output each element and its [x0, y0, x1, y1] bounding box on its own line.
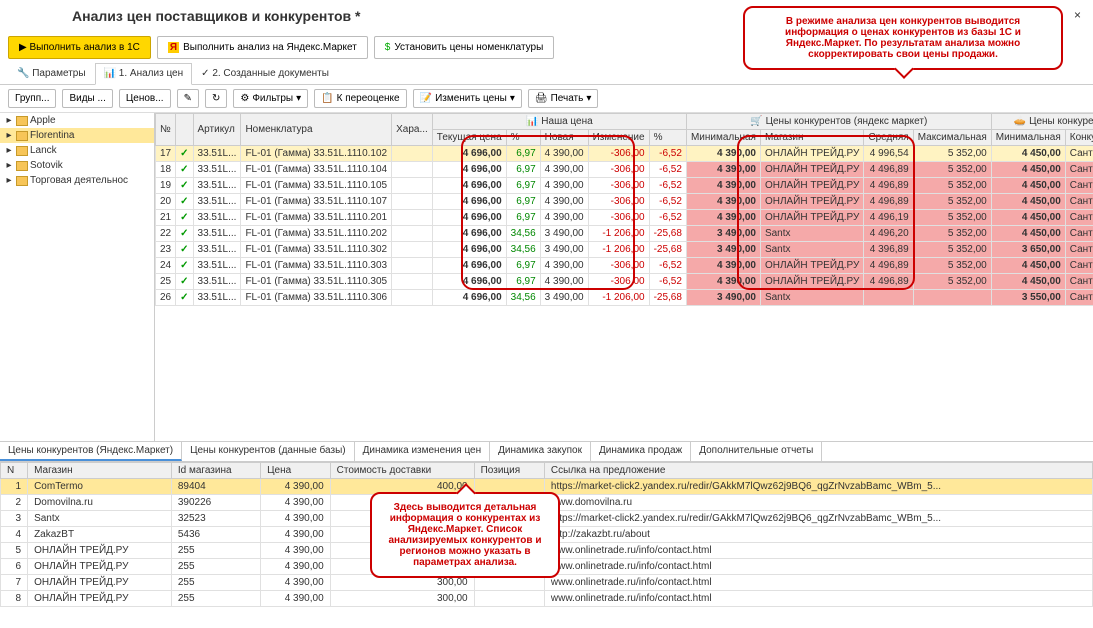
reprice-button[interactable]: 📋 К переоценке [314, 89, 406, 108]
callout-bottom: Здесь выводится детальная информация о к… [370, 492, 560, 578]
table-row[interactable]: 18✓33.51L...FL-01 (Гамма) 33.51L.1110.10… [156, 162, 1093, 178]
folder-icon [16, 131, 28, 141]
dcol-shop[interactable]: Магазин [28, 463, 172, 479]
check-icon[interactable]: ✓ [180, 244, 188, 255]
col-check[interactable] [176, 114, 193, 146]
col-n[interactable]: № [156, 114, 176, 146]
run-ym-button[interactable]: Я Выполнить анализ на Яндекс.Маркет [157, 36, 368, 59]
col-art[interactable]: Артикул [193, 114, 241, 146]
col-min2[interactable]: Минимальная [991, 130, 1065, 146]
print-button[interactable]: 🖨 Печать ▾ [528, 89, 599, 108]
sidebar-item[interactable]: ▸ Sotovik [0, 158, 154, 173]
check-icon[interactable]: ✓ [180, 164, 188, 175]
prices-dropdown[interactable]: Ценов... [119, 89, 171, 108]
edit-button[interactable]: ✎ [177, 89, 199, 108]
group-ym: 🛒 Цены конкурентов (яндекс маркет) [686, 114, 991, 130]
sidebar-item[interactable]: ▸ Florentina [0, 128, 154, 143]
price-icon: $ [385, 42, 391, 53]
table-row[interactable]: 17✓33.51L...FL-01 (Гамма) 33.51L.1110.10… [156, 146, 1093, 162]
sidebar: ▸ Apple▸ Florentina▸ Lanck▸ Sotovik▸ Тор… [0, 113, 155, 441]
sidebar-item-label: Apple [30, 115, 56, 126]
expand-icon[interactable]: ▸ [4, 115, 14, 126]
col-max[interactable]: Максимальная [913, 130, 991, 146]
expand-icon[interactable]: ▸ [4, 175, 14, 186]
col-nom[interactable]: Номенклатура [241, 114, 392, 146]
dcol-pos[interactable]: Позиция [474, 463, 544, 479]
views-dropdown[interactable]: Виды ... [62, 89, 112, 108]
expand-icon[interactable]: ▸ [4, 160, 14, 171]
btab-purch-dyn[interactable]: Динамика закупок [490, 442, 591, 461]
check-icon[interactable]: ✓ [180, 196, 188, 207]
close-icon[interactable]: × [1074, 8, 1081, 22]
check-icon[interactable]: ✓ [180, 212, 188, 223]
dcol-price[interactable]: Цена [261, 463, 331, 479]
col-cur[interactable]: Текущая цена [432, 130, 506, 146]
col-avg[interactable]: Средняя [864, 130, 913, 146]
dcol-n[interactable]: N [1, 463, 28, 479]
table-row[interactable]: 24✓33.51L...FL-01 (Гамма) 33.51L.1110.30… [156, 258, 1093, 274]
table-row[interactable]: 20✓33.51L...FL-01 (Гамма) 33.51L.1110.10… [156, 194, 1093, 210]
col-min[interactable]: Минимальная [686, 130, 760, 146]
col-chg[interactable]: Изменение [588, 130, 649, 146]
page-title: Анализ цен поставщиков и конкурентов * [72, 8, 360, 24]
dcol-link[interactable]: Ссылка на предложение [544, 463, 1092, 479]
col-pct[interactable]: % [506, 130, 540, 146]
sidebar-item-label: Sotovik [30, 160, 63, 171]
tab-params[interactable]: 🔧 Параметры [8, 63, 95, 84]
folder-icon [16, 116, 28, 126]
detail-row[interactable]: 9Arsenal-BT.ru44625 352,00300,00https://… [1, 607, 1093, 608]
check-icon[interactable]: ✓ [180, 148, 188, 159]
table-row[interactable]: 22✓33.51L...FL-01 (Гамма) 33.51L.1110.20… [156, 226, 1093, 242]
detail-row[interactable]: 8ОНЛАЙН ТРЕЙД.РУ2554 390,00300,00www.onl… [1, 591, 1093, 607]
tab-analysis[interactable]: 📊 1. Анализ цен [95, 63, 193, 85]
check-icon[interactable]: ✓ [180, 228, 188, 239]
col-shop[interactable]: Магазин [760, 130, 863, 146]
sidebar-item-label: Lanck [30, 145, 57, 156]
check-icon[interactable]: ✓ [180, 292, 188, 303]
group-our-price: 📊 Наша цена [432, 114, 686, 130]
table-row[interactable]: 26✓33.51L...FL-01 (Гамма) 33.51L.1110.30… [156, 290, 1093, 306]
table-row[interactable]: 25✓33.51L...FL-01 (Гамма) 33.51L.1110.30… [156, 274, 1093, 290]
table-row[interactable]: 21✓33.51L...FL-01 (Гамма) 33.51L.1110.20… [156, 210, 1093, 226]
group-db: 🥧 Цены конкурентов (данные базы) [991, 114, 1093, 130]
col-comp[interactable]: Конкурент [1065, 130, 1093, 146]
folder-icon [16, 161, 28, 171]
check-icon[interactable]: ✓ [180, 276, 188, 287]
table-row[interactable]: 19✓33.51L...FL-01 (Гамма) 33.51L.1110.10… [156, 178, 1093, 194]
btab-reports[interactable]: Дополнительные отчеты [691, 442, 822, 461]
folder-icon [16, 146, 28, 156]
filters-button[interactable]: ⚙ Фильтры ▾ [233, 89, 308, 108]
change-prices-button[interactable]: 📝 Изменить цены ▾ [413, 89, 522, 108]
check-icon[interactable]: ✓ [180, 180, 188, 191]
col-new[interactable]: Новая [540, 130, 588, 146]
set-prices-button[interactable]: $ Установить цены номенклатуры [374, 36, 555, 59]
expand-icon[interactable]: ▸ [4, 145, 14, 156]
col-pct2[interactable]: % [649, 130, 686, 146]
col-char[interactable]: Хара... [392, 114, 433, 146]
btab-ym[interactable]: Цены конкурентов (Яндекс.Маркет) [0, 442, 182, 461]
sidebar-item[interactable]: ▸ Lanck [0, 143, 154, 158]
sidebar-item-label: Торговая деятельнос [30, 175, 128, 186]
btab-sales-dyn[interactable]: Динамика продаж [591, 442, 691, 461]
btab-db[interactable]: Цены конкурентов (данные базы) [182, 442, 355, 461]
dcol-id[interactable]: Id магазина [171, 463, 260, 479]
table-row[interactable]: 23✓33.51L...FL-01 (Гамма) 33.51L.1110.30… [156, 242, 1093, 258]
analysis-grid[interactable]: № Артикул Номенклатура Хара... 📊 Наша це… [155, 113, 1093, 306]
yandex-icon: Я [168, 42, 179, 53]
btab-price-dyn[interactable]: Динамика изменения цен [355, 442, 491, 461]
tab-docs[interactable]: ✓ 2. Созданные документы [192, 63, 338, 84]
sidebar-item[interactable]: ▸ Apple [0, 113, 154, 128]
callout-top: В режиме анализа цен конкурентов выводит… [743, 6, 1063, 70]
sidebar-item[interactable]: ▸ Торговая деятельнос [0, 173, 154, 188]
refresh-button[interactable]: ↻ [205, 89, 227, 108]
run-1c-button[interactable]: ▶ Выполнить анализ в 1С [8, 36, 151, 59]
check-icon[interactable]: ✓ [180, 260, 188, 271]
expand-icon[interactable]: ▸ [4, 130, 14, 141]
folder-icon [16, 176, 28, 186]
dcol-del[interactable]: Стоимость доставки [330, 463, 474, 479]
sidebar-item-label: Florentina [30, 130, 74, 141]
group-dropdown[interactable]: Групп... [8, 89, 56, 108]
